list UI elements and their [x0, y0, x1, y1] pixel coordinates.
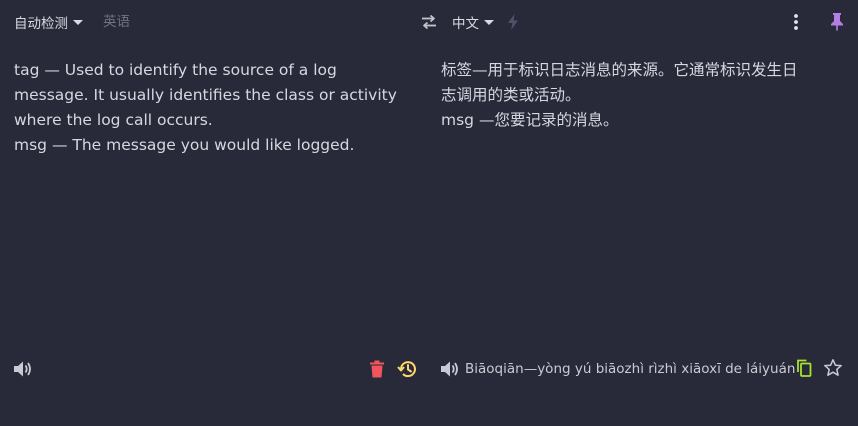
translator-window: 自动检测 英语 中文 tag — Used to identify the so…	[0, 0, 858, 426]
chevron-down-icon	[484, 19, 494, 25]
source-text-line: tag — Used to identify the source of a l…	[14, 61, 337, 79]
source-text-line: where the log call occurs.	[14, 111, 213, 129]
pin-icon[interactable]	[829, 12, 845, 32]
translation-text-area: 标签—用于标识日志消息的来源。它通常标识发生日 志调用的类或活动。 msg —您…	[441, 58, 846, 133]
chevron-down-icon	[73, 19, 83, 25]
history-icon[interactable]	[397, 359, 417, 379]
romanization-text: Biāoqiān—yòng yú biāozhì rìzhì xiāoxī de…	[465, 361, 796, 377]
copy-icon[interactable]	[795, 358, 813, 378]
lightning-icon[interactable]	[507, 14, 519, 30]
translation-text-line: msg —您要记录的消息。	[441, 111, 619, 129]
target-language-label: 中文	[452, 16, 479, 32]
source-language-select[interactable]: 自动检测	[14, 12, 83, 32]
source-text-line: msg — The message you would like logged.	[14, 136, 355, 154]
speaker-icon[interactable]	[12, 359, 34, 379]
speaker-icon[interactable]	[439, 359, 461, 379]
source-language-label: 自动检测	[14, 16, 68, 32]
star-icon[interactable]	[823, 358, 843, 378]
source-text-line: message. It usually identifies the class…	[14, 86, 397, 104]
detected-language-label: 英语	[103, 14, 130, 30]
source-text-area[interactable]: tag — Used to identify the source of a l…	[14, 58, 419, 158]
more-vertical-icon[interactable]	[788, 12, 804, 32]
swap-icon[interactable]	[420, 13, 438, 31]
translation-text-line: 志调用的类或活动。	[441, 86, 581, 104]
translation-text-line: 标签—用于标识日志消息的来源。它通常标识发生日	[441, 61, 798, 79]
target-language-select[interactable]: 中文	[452, 12, 494, 32]
toolbar: 自动检测 英语 中文	[0, 0, 858, 44]
trash-icon[interactable]	[369, 360, 385, 378]
